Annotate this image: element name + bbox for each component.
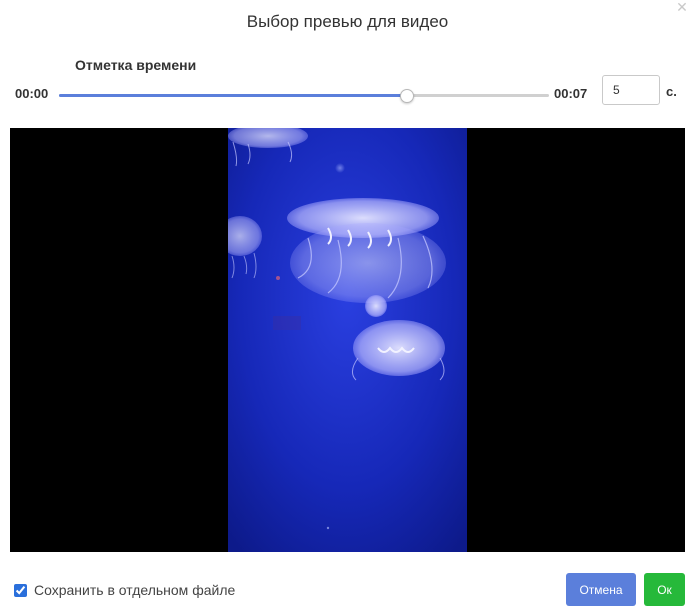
seconds-unit: с. (666, 84, 677, 99)
timestamp-slider[interactable] (59, 88, 549, 104)
video-preview (10, 128, 685, 552)
video-frame-image (228, 128, 467, 552)
slider-thumb[interactable] (399, 89, 414, 103)
save-separate-checkbox[interactable] (14, 583, 27, 597)
close-icon[interactable]: ✕ (675, 0, 689, 14)
dialog-title: Выбор превью для видео (246, 12, 449, 31)
preview-dialog: Выбор превью для видео ✕ Отметка времени… (0, 0, 695, 616)
save-separate-option[interactable]: Сохранить в отдельном файле (14, 582, 235, 598)
ok-button[interactable]: Ок (644, 573, 685, 606)
time-end: 00:07 (554, 86, 588, 101)
slider-fill (59, 94, 407, 97)
timestamp-label: Отметка времени (75, 57, 197, 73)
save-separate-label[interactable]: Сохранить в отдельном файле (34, 582, 235, 598)
cancel-button[interactable]: Отмена (566, 573, 636, 606)
time-start: 00:00 (15, 86, 49, 101)
seconds-input[interactable] (602, 75, 660, 105)
